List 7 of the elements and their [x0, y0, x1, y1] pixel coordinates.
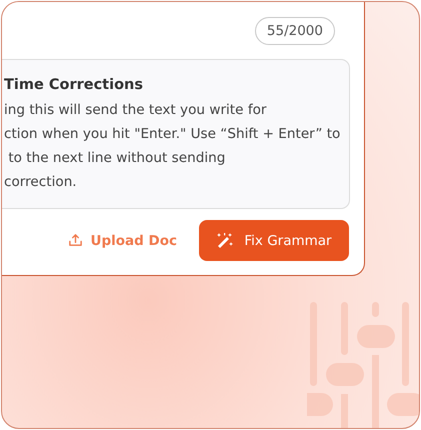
- info-text: ing this will send the text you write for ction when you hit "Enter." Use “Shift + Enter” to to the next line without sending correction.: [4, 101, 342, 192]
- info-title: Time Corrections: [4, 76, 144, 95]
- fix-grammar-button[interactable]: Fix Grammar: [199, 220, 349, 261]
- magic-wand-icon: [216, 232, 234, 250]
- upload-doc-button[interactable]: Upload Doc: [68, 232, 177, 248]
- character-counter: 55/2000: [254, 17, 335, 45]
- upload-icon: [68, 233, 83, 248]
